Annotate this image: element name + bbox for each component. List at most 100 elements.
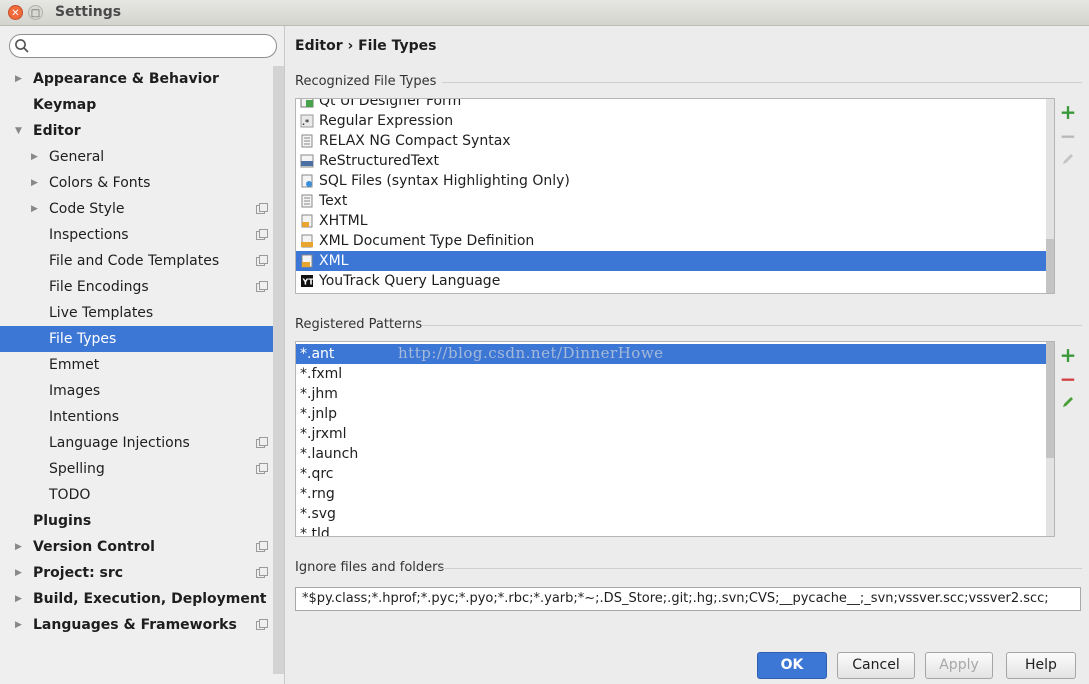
project-settings-icon (256, 229, 268, 240)
pattern-row[interactable]: *.svg (296, 504, 1054, 524)
recognized-list-scrollbar[interactable] (1046, 99, 1054, 293)
project-settings-icon (256, 463, 268, 474)
collapse-arrow-icon[interactable]: ▶ (31, 196, 38, 222)
sidebar-item[interactable]: Language Injections (0, 430, 284, 456)
pattern-row[interactable]: *.rng (296, 484, 1054, 504)
search-input[interactable] (9, 34, 277, 58)
edit-file-type-button[interactable] (1059, 152, 1077, 170)
file-type-row[interactable]: XHTML (296, 211, 1054, 231)
sidebar-item[interactable]: Inspections (0, 222, 284, 248)
sidebar-item[interactable]: ▶ Version Control (0, 534, 284, 560)
sidebar-item-label: File and Code Templates (49, 253, 220, 269)
help-button[interactable]: Help (1006, 652, 1076, 679)
sidebar-item[interactable]: Live Templates (0, 300, 284, 326)
ok-button[interactable]: OK (757, 652, 827, 679)
sidebar-item[interactable]: File Types (0, 326, 284, 352)
sidebar-item-label: General (49, 149, 105, 165)
pattern-row[interactable]: *.jrxml (296, 424, 1054, 444)
cancel-button[interactable]: Cancel (837, 652, 915, 679)
pattern-label: *.jnlp (300, 406, 337, 422)
sidebar-item-label: File Types (49, 331, 117, 347)
collapse-arrow-icon[interactable]: ▶ (15, 534, 22, 560)
sidebar-item[interactable]: ▶ Project: src (0, 560, 284, 586)
sidebar-item-label: Language Injections (49, 435, 190, 451)
file-type-label: Text (319, 193, 348, 209)
add-pattern-button[interactable]: + (1059, 345, 1077, 365)
sidebar-scrollbar[interactable] (273, 66, 284, 674)
pattern-label: *.rng (300, 486, 335, 502)
edit-pattern-button[interactable] (1059, 395, 1077, 413)
sidebar-item[interactable]: Spelling (0, 456, 284, 482)
sidebar-item-label: Keymap (33, 97, 97, 113)
remove-file-type-button[interactable]: − (1059, 126, 1077, 146)
breadcrumb: Editor › File Types (295, 38, 437, 54)
collapse-arrow-icon[interactable]: ▶ (15, 560, 22, 586)
sidebar-item[interactable]: ▶ Languages & Frameworks (0, 612, 284, 638)
sidebar-item-label: File Encodings (49, 279, 149, 295)
maximize-window-button[interactable]: □ (28, 5, 43, 20)
scrollbar-thumb[interactable] (1046, 342, 1054, 458)
sidebar-item[interactable]: File and Code Templates (0, 248, 284, 274)
collapse-arrow-icon[interactable]: ▶ (15, 66, 22, 92)
text-file-icon (301, 134, 313, 148)
file-type-row[interactable]: .* Regular Expression (296, 111, 1054, 131)
sidebar-item[interactable]: Plugins (0, 508, 284, 534)
collapse-arrow-icon[interactable]: ▶ (15, 586, 22, 612)
file-type-row[interactable]: ReStructuredText (296, 151, 1054, 171)
sidebar-item[interactable]: ▼ Editor (0, 118, 284, 144)
pattern-row[interactable]: *.jhm (296, 384, 1054, 404)
file-type-label: XML (319, 253, 349, 269)
patterns-list-scrollbar[interactable] (1046, 342, 1054, 536)
sidebar-item[interactable]: File Encodings (0, 274, 284, 300)
scrollbar-thumb[interactable] (1046, 239, 1054, 293)
sidebar-item[interactable]: Images (0, 378, 284, 404)
sidebar-item[interactable]: Intentions (0, 404, 284, 430)
sidebar-item[interactable]: TODO (0, 482, 284, 508)
sidebar-item[interactable]: ▶ Colors & Fonts (0, 170, 284, 196)
pattern-row[interactable]: *.jnlp (296, 404, 1054, 424)
file-type-row[interactable]: SQL Files (syntax Highlighting Only) (296, 171, 1054, 191)
apply-button[interactable]: Apply (925, 652, 993, 679)
sidebar-item[interactable]: ▶ Appearance & Behavior (0, 66, 284, 92)
add-file-type-button[interactable]: + (1059, 102, 1077, 122)
registered-patterns-title: Registered Patterns (295, 317, 423, 332)
file-type-row[interactable]: YT YouTrack Query Language (296, 271, 1054, 291)
recognized-file-types-title: Recognized File Types (295, 74, 437, 89)
file-type-label: Regular Expression (319, 113, 454, 129)
file-type-label: Qt UI Designer Form (319, 98, 462, 109)
file-type-row[interactable]: XML (296, 251, 1054, 271)
registered-patterns-list[interactable]: *.ant *.fxml *.jhm *.jnlp *.jrxml *.launch *.q… (295, 341, 1055, 537)
pattern-label: *.ant (300, 346, 335, 362)
file-type-row[interactable]: XML Document Type Definition (296, 231, 1054, 251)
sidebar-item-label: Build, Execution, Deployment (33, 591, 267, 607)
pattern-row[interactable]: *.fxml (296, 364, 1054, 384)
close-window-button[interactable]: ✕ (8, 5, 23, 20)
sidebar-item[interactable]: ▶ General (0, 144, 284, 170)
project-settings-icon (256, 255, 268, 266)
ignore-files-input[interactable]: *$py.class;*.hprof;*.pyc;*.pyo;*.rbc;*.y… (295, 587, 1081, 611)
pattern-row[interactable]: *.launch (296, 444, 1054, 464)
file-type-row[interactable]: Qt UI Designer Form (296, 98, 1054, 111)
pattern-row[interactable]: *.tld (296, 524, 1054, 536)
sidebar-item-label: Plugins (33, 513, 92, 529)
collapse-arrow-icon[interactable]: ▶ (31, 144, 38, 170)
sidebar-item[interactable]: Keymap (0, 92, 284, 118)
sidebar-item-label: Intentions (49, 409, 120, 425)
remove-pattern-button[interactable]: − (1059, 369, 1077, 389)
collapse-arrow-icon[interactable]: ▶ (31, 170, 38, 196)
file-type-row[interactable]: RELAX NG Compact Syntax (296, 131, 1054, 151)
sidebar-item[interactable]: ▶ Code Style (0, 196, 284, 222)
regex-icon: .* (300, 114, 314, 128)
file-type-label: XML Document Type Definition (319, 233, 535, 249)
pattern-row[interactable]: *.qrc (296, 464, 1054, 484)
file-type-row[interactable]: Text (296, 191, 1054, 211)
sidebar-item[interactable]: ▶ Build, Execution, Deployment (0, 586, 284, 612)
sidebar-item[interactable]: Emmet (0, 352, 284, 378)
project-settings-icon (256, 567, 268, 578)
expand-arrow-icon[interactable]: ▼ (15, 118, 22, 144)
sidebar-item-label: Emmet (49, 357, 100, 373)
sidebar-item-label: Colors & Fonts (49, 175, 151, 191)
file-type-label: SQL Files (syntax Highlighting Only) (319, 173, 570, 189)
collapse-arrow-icon[interactable]: ▶ (15, 612, 22, 638)
recognized-file-types-list[interactable]: Qt UI Designer Form .* Regular Expression R… (295, 98, 1055, 294)
